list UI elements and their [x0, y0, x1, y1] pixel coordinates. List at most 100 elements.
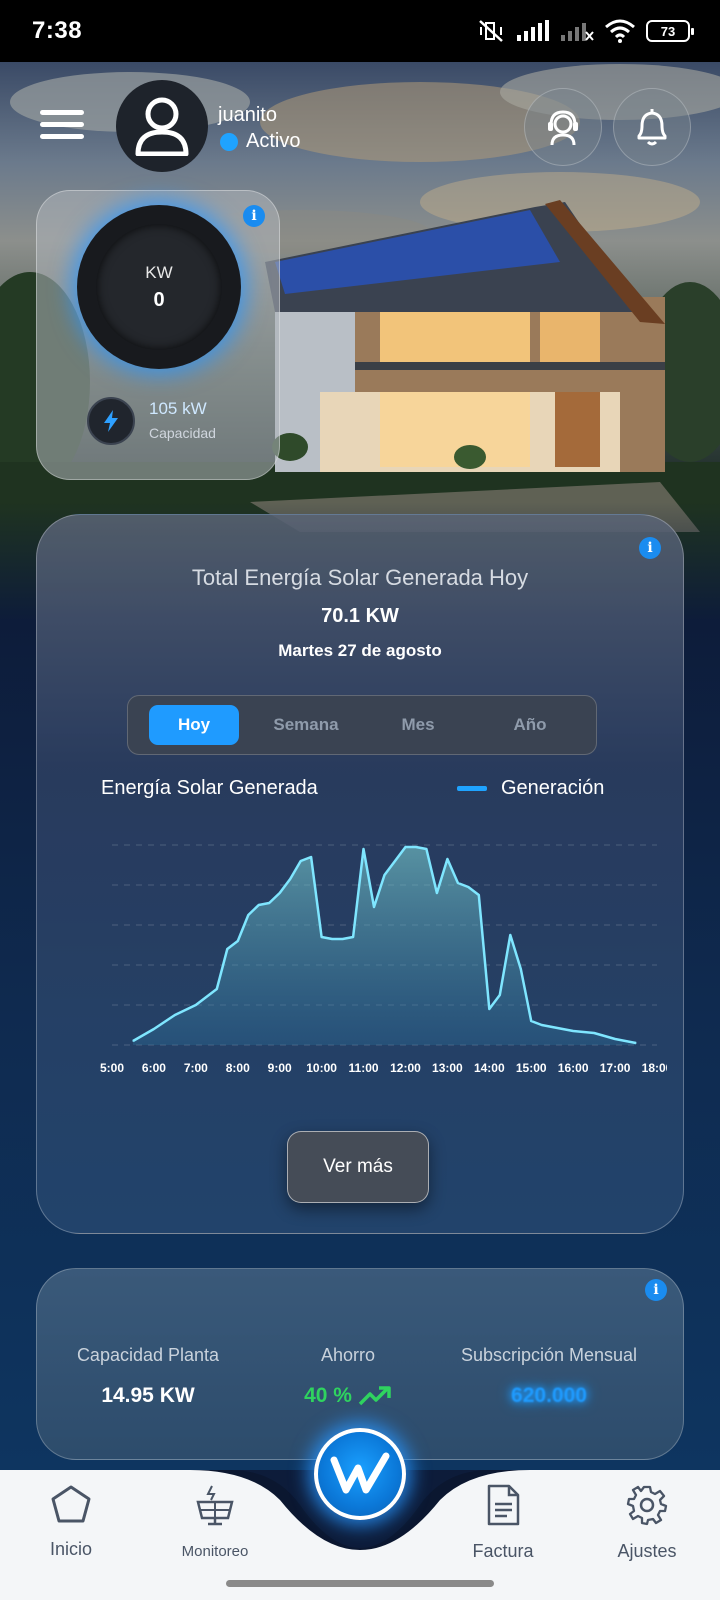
power-gauge-center: KW 0 [96, 224, 222, 350]
power-gauge: KW 0 [77, 205, 241, 369]
info-icon[interactable]: i [645, 1279, 667, 1301]
status-icons: 73 [476, 19, 694, 43]
chart-point [216, 988, 218, 990]
stat-subscription-value: 620.000 [511, 1384, 587, 1407]
x-tick-label: 10:00 [306, 1061, 337, 1075]
energy-total: 70.1 KW [321, 605, 399, 627]
document-icon [487, 1484, 520, 1526]
x-tick-label: 5:00 [100, 1061, 124, 1075]
energy-title: Total Energía Solar Generada Hoy [191, 565, 529, 590]
legend-swatch [457, 786, 487, 791]
wifi-icon [605, 19, 635, 43]
stat-savings: Ahorro 40 % [283, 1345, 413, 1408]
x-tick-label: 6:00 [142, 1061, 166, 1075]
menu-line [40, 110, 84, 115]
tab-ano[interactable]: Año [485, 705, 575, 745]
chart-point [541, 1024, 543, 1026]
chart-point [415, 846, 417, 848]
tab-semana[interactable]: Semana [261, 705, 351, 745]
chart-point [478, 894, 480, 896]
home-pentagon-icon [51, 1485, 91, 1523]
x-tick-label: 12:00 [390, 1061, 421, 1075]
x-tick-label: 9:00 [268, 1061, 292, 1075]
x-tick-label: 15:00 [516, 1061, 547, 1075]
chart-point [362, 848, 365, 850]
stat-capacity-label: Capacidad Planta [76, 1345, 220, 1365]
x-tick-label: 17:00 [600, 1061, 631, 1075]
nav-settings[interactable]: Ajustes [592, 1484, 702, 1562]
signal-icon [517, 20, 549, 41]
chart-point [572, 1030, 574, 1032]
tab-hoy[interactable]: Hoy [149, 705, 239, 745]
chart-point [404, 846, 407, 848]
view-more-button[interactable]: Ver más [287, 1131, 429, 1203]
gauge-value: 0 [153, 288, 165, 311]
user-icon [135, 97, 189, 156]
chart-point [341, 938, 344, 940]
tab-mes[interactable]: Mes [373, 705, 463, 745]
chart-point [321, 936, 323, 938]
chart-point [279, 892, 281, 894]
nav-monitor[interactable]: Monitoreo [160, 1484, 270, 1560]
x-tick-label: 16:00 [558, 1061, 589, 1075]
x-tick-label: 8:00 [226, 1061, 250, 1075]
bolt-badge [87, 397, 135, 445]
stat-savings-label: Ahorro [320, 1345, 376, 1365]
gauge-unit: KW [145, 262, 173, 282]
stat-subscription-label: Subscripción Mensual [460, 1345, 638, 1365]
menu-line [40, 134, 84, 139]
battery-indicator: 73 [646, 20, 694, 42]
chart-legend: Generación [457, 777, 604, 800]
period-tabs: Hoy Semana Mes Año [127, 695, 597, 755]
capacity-value: 105 kW [149, 399, 207, 418]
status-time: 7:38 [32, 17, 83, 44]
info-icon[interactable]: i [243, 205, 265, 227]
menu-button[interactable] [40, 110, 84, 142]
x-tick-label: 18:00 [642, 1061, 667, 1075]
nav-home[interactable]: Inicio [16, 1484, 126, 1560]
x-tick-label: 11:00 [349, 1061, 379, 1075]
stat-subscription: Subscripción Mensual 620.000 [449, 1345, 649, 1408]
lightning-icon [104, 410, 118, 432]
chart-point [195, 1004, 197, 1006]
chart-point [226, 948, 228, 950]
status-dot [220, 132, 238, 151]
chart-point [446, 858, 448, 860]
energy-card: i Total Energía Solar Generada Hoy 70.1 … [36, 514, 684, 1234]
support-button[interactable] [524, 88, 602, 166]
nav-home-label: Inicio [49, 1539, 93, 1559]
avatar[interactable] [116, 80, 208, 172]
chart-point [310, 856, 312, 858]
chart-point [383, 874, 386, 876]
chart-point [300, 860, 302, 862]
status-bar: 7:38 73 [0, 0, 720, 62]
chart-point [467, 886, 469, 888]
chart-point [425, 848, 428, 850]
battery-level: 73 [660, 23, 676, 39]
notifications-button[interactable] [613, 88, 691, 166]
chart-point [614, 1038, 616, 1040]
stat-savings-row: 40 % [283, 1384, 413, 1408]
nav-invoice[interactable]: Factura [448, 1484, 558, 1562]
x-tick-label: 14:00 [474, 1061, 505, 1075]
center-action-button[interactable] [314, 1428, 406, 1520]
chart-point [153, 1028, 155, 1030]
chart-point [174, 1014, 176, 1016]
chart-point [457, 882, 459, 884]
nav-monitor-label: Monitoreo [181, 1543, 249, 1560]
chart-point [394, 860, 396, 862]
mute-vibrate-icon [479, 20, 503, 42]
generation-chart: 5:00 6:00 7:00 8:00 9:00 10:00 11:00 12:00 13:00… [100, 844, 667, 1075]
home-indicator[interactable] [226, 1580, 494, 1587]
chart-point [268, 902, 270, 904]
headset-support-icon [548, 110, 578, 146]
energy-date: Martes 27 de agosto [278, 641, 442, 660]
chart-point [562, 1028, 564, 1030]
chart-point [520, 968, 522, 970]
x-tick-label: 13:00 [432, 1061, 463, 1075]
chart-point [499, 994, 501, 996]
chart-point [352, 936, 354, 938]
chart-point [436, 892, 438, 894]
info-icon[interactable]: i [639, 537, 661, 559]
signal-off-icon [561, 23, 594, 41]
